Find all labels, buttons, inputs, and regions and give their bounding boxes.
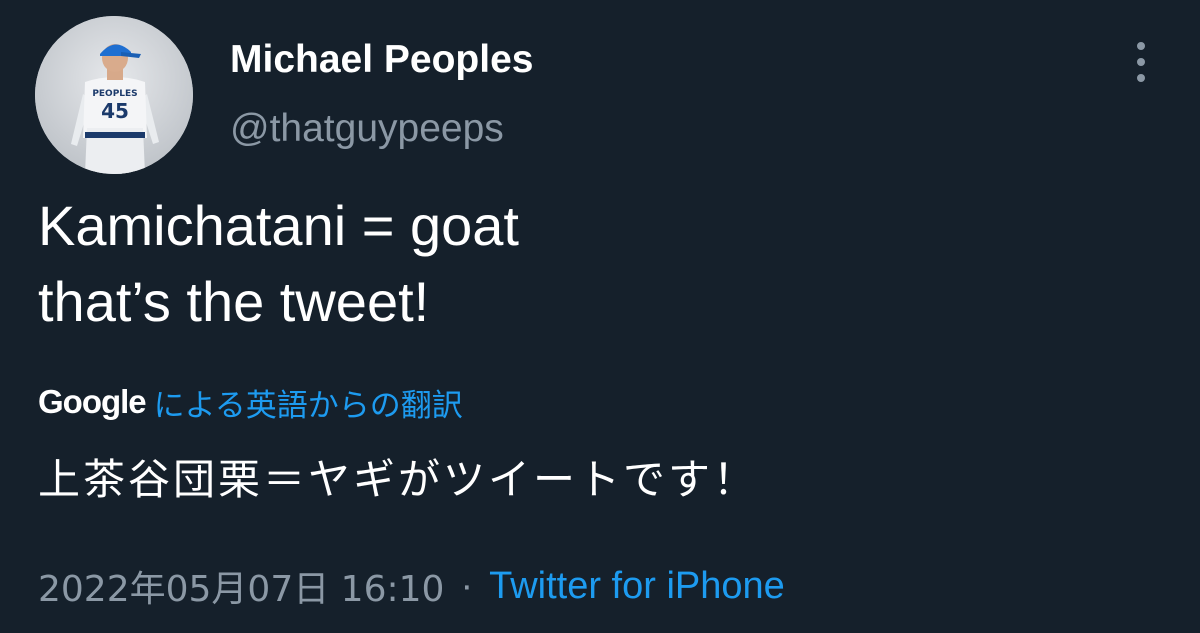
author-handle[interactable]: @thatguypeeps — [230, 107, 504, 151]
translated-text: 上茶谷団栗＝ヤギがツイートです！ — [38, 455, 759, 504]
author-display-name[interactable]: Michael Peoples — [230, 38, 533, 82]
vertical-ellipsis-icon — [1137, 74, 1145, 82]
tweet-text: Kamichatani = goat that’s the tweet! — [38, 188, 519, 340]
tweet-source-link[interactable]: Twitter for iPhone — [489, 565, 785, 608]
avatar[interactable]: PEOPLES 45 — [35, 16, 193, 174]
vertical-ellipsis-icon — [1137, 58, 1145, 66]
avatar-photo: PEOPLES 45 — [35, 16, 193, 174]
avatar-jersey-number: 45 — [101, 99, 129, 123]
google-logo: Google — [38, 383, 147, 420]
vertical-ellipsis-icon — [1137, 42, 1145, 50]
translation-attribution: Google による英語からの翻訳 — [38, 378, 463, 426]
avatar-jersey-name: PEOPLES — [92, 89, 137, 99]
tweet-timestamp[interactable]: 2022年05月07日 16:10 — [38, 560, 444, 612]
tweet-meta: 2022年05月07日 16:10 · Twitter for iPhone — [38, 558, 785, 614]
translation-source-link[interactable]: による英語からの翻訳 — [154, 380, 463, 425]
more-options-button[interactable] — [1124, 40, 1158, 84]
tweet-text-line: that’s the tweet! — [38, 270, 430, 333]
meta-separator: · — [460, 564, 474, 607]
tweet-text-line: Kamichatani = goat — [38, 194, 519, 257]
